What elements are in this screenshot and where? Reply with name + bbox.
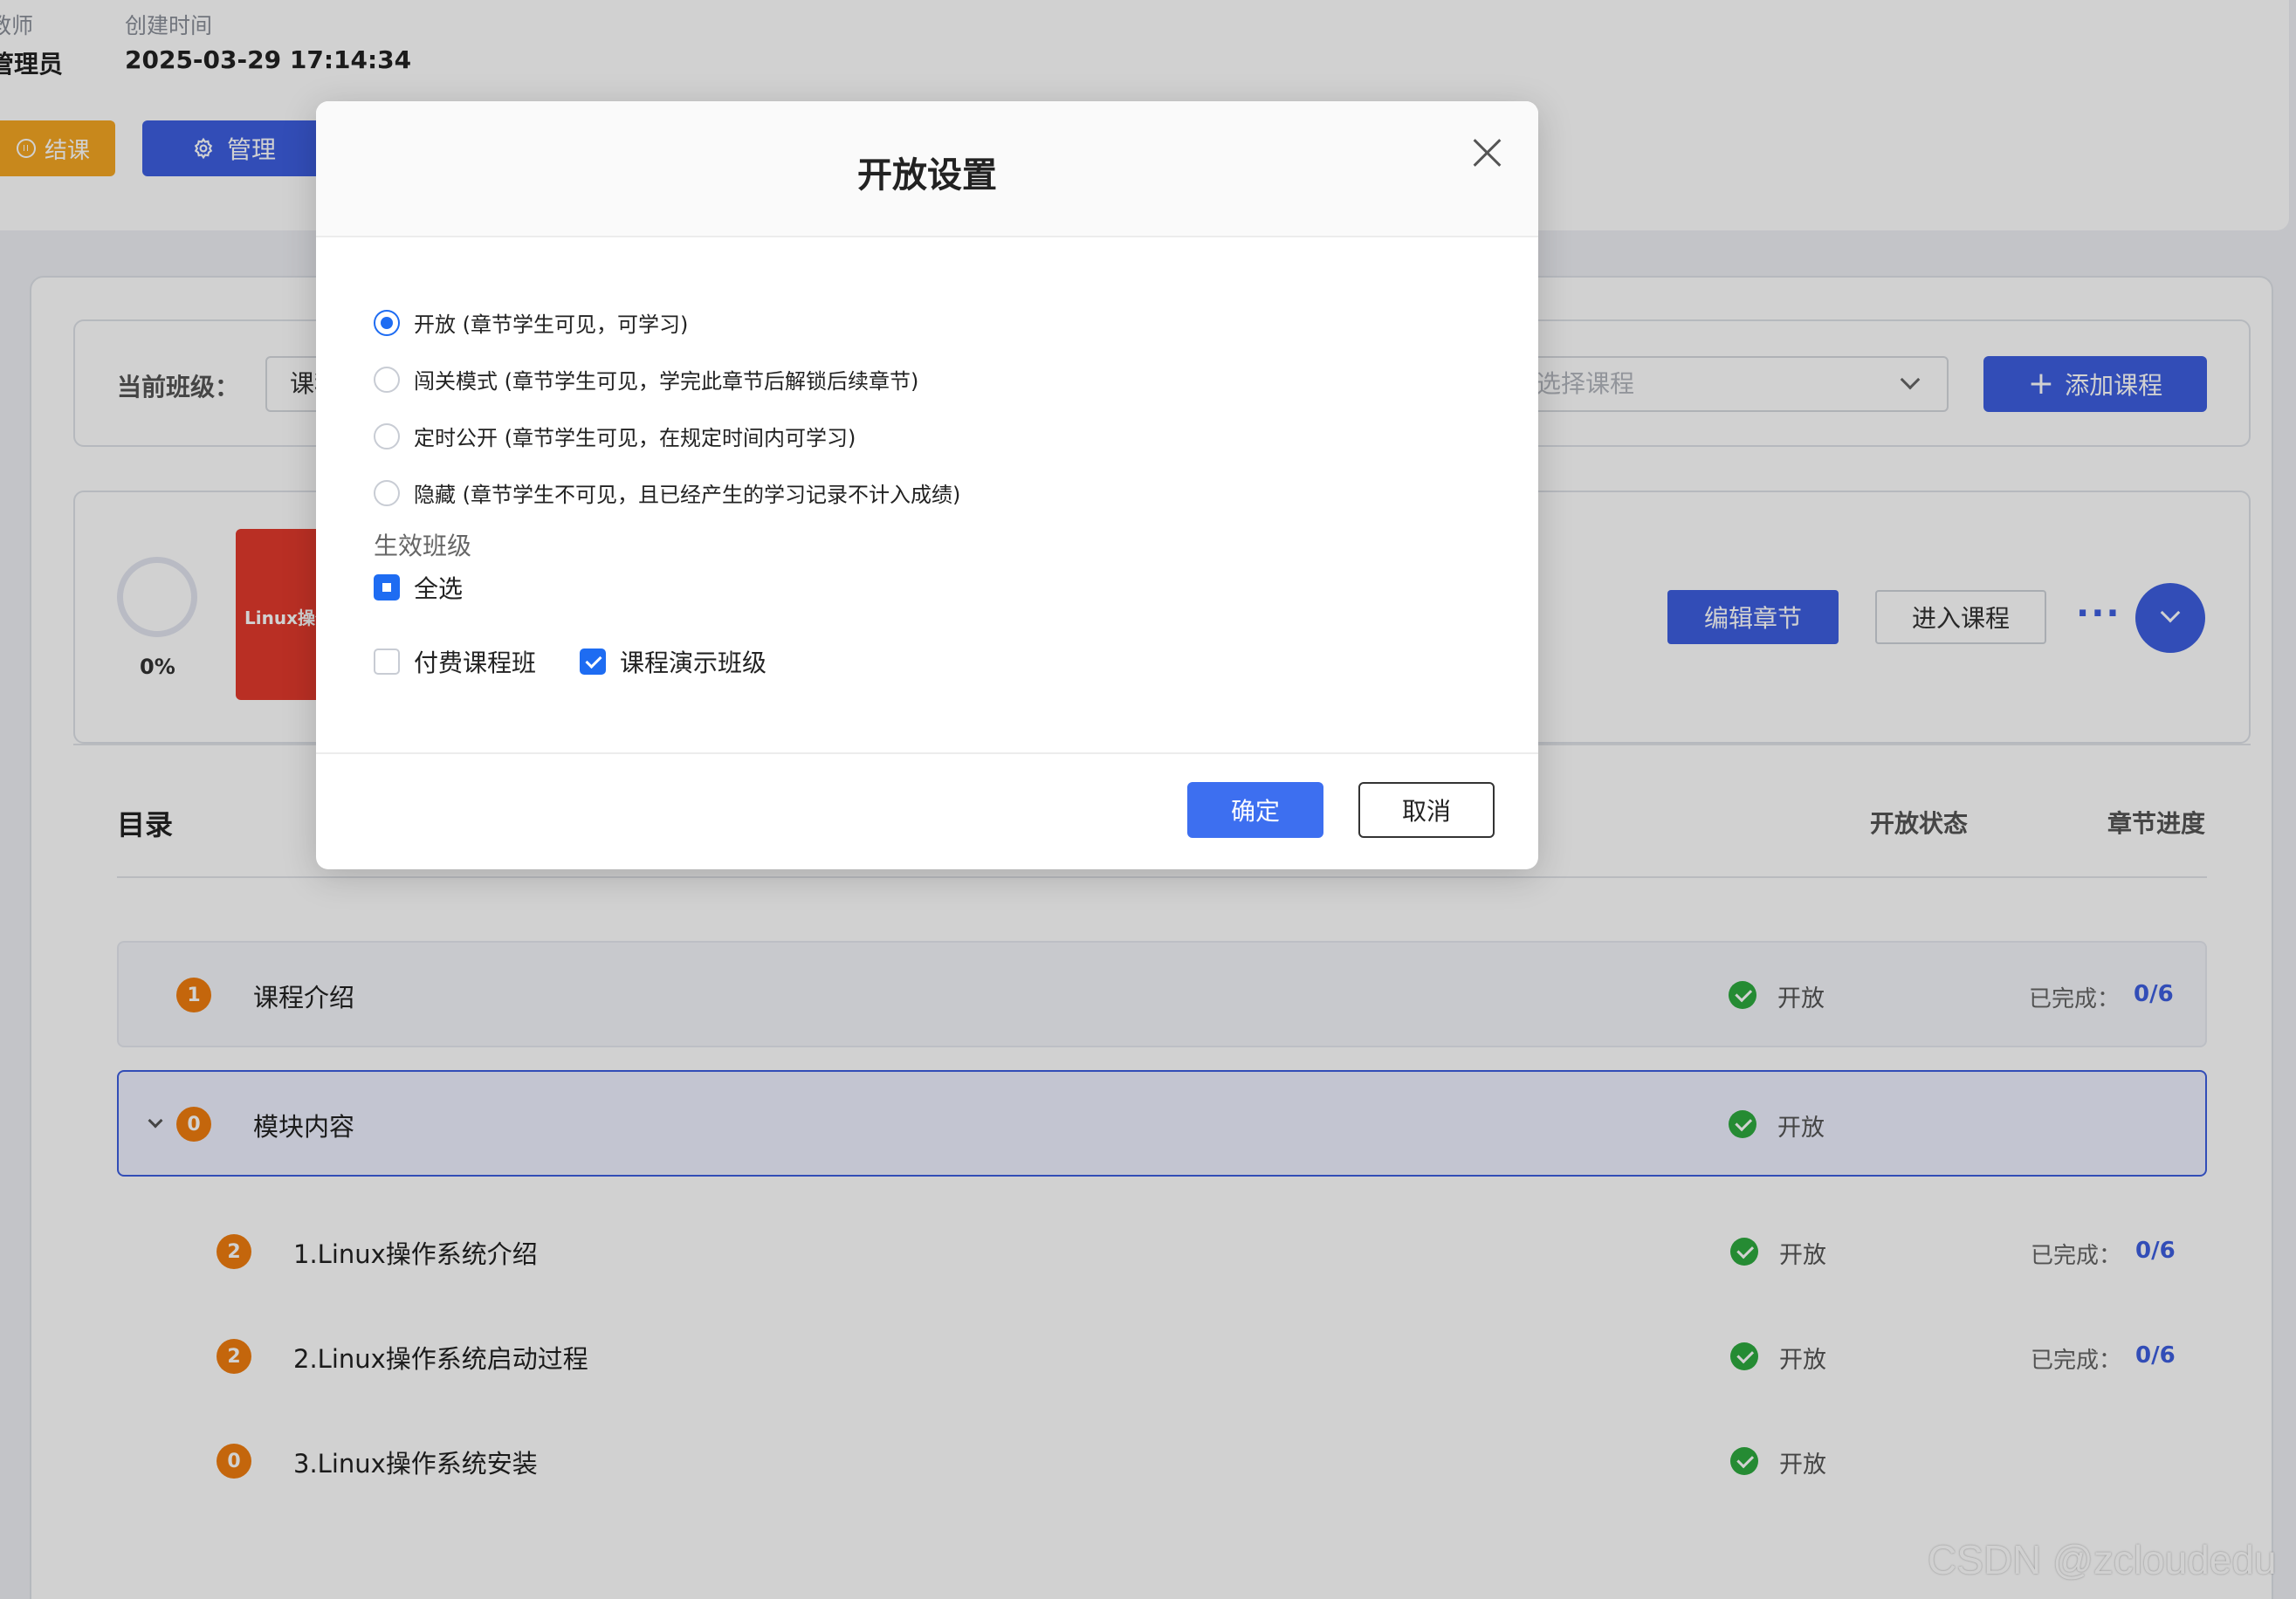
radio-option-open[interactable]: 开放 (章节学生可见，可学习) — [374, 307, 688, 338]
radio-button[interactable] — [374, 422, 400, 450]
checkbox-label: 课程演示班级 — [620, 649, 767, 677]
class-checkbox-paid[interactable]: 付费课程班 — [374, 644, 536, 679]
effective-class-label: 生效班级 — [374, 532, 472, 560]
radio-label: 闯关模式 (章节学生可见，学完此章节后解锁后续章节) — [414, 369, 919, 394]
radio-label: 隐藏 (章节学生不可见，且已经产生的学习记录不计入成绩) — [414, 483, 961, 507]
close-icon[interactable] — [1467, 131, 1510, 175]
dialog-footer-divider — [316, 752, 1538, 754]
radio-option-scheduled[interactable]: 定时公开 (章节学生可见，在规定时间内可学习) — [374, 421, 856, 451]
dialog-title: 开放设置 — [857, 155, 997, 196]
radio-button[interactable] — [374, 479, 400, 506]
select-all-checkbox[interactable]: 全选 — [374, 570, 463, 605]
radio-button[interactable] — [374, 309, 400, 336]
checkbox-label: 付费课程班 — [414, 649, 537, 677]
checkbox[interactable] — [580, 649, 606, 675]
class-checkbox-demo[interactable]: 课程演示班级 — [580, 644, 766, 679]
confirm-button[interactable]: 确定 — [1187, 782, 1323, 838]
open-settings-dialog: 开放设置 开放 (章节学生可见，可学习) 闯关模式 (章节学生可见，学完此章节后… — [316, 101, 1538, 869]
checkbox[interactable] — [374, 649, 400, 675]
radio-option-hidden[interactable]: 隐藏 (章节学生不可见，且已经产生的学习记录不计入成绩) — [374, 477, 960, 508]
checkbox-label: 全选 — [414, 574, 464, 603]
cancel-button[interactable]: 取消 — [1358, 782, 1495, 838]
checkbox[interactable] — [374, 574, 400, 600]
radio-label: 定时公开 (章节学生可见，在规定时间内可学习) — [414, 426, 856, 450]
radio-button[interactable] — [374, 366, 400, 393]
radio-option-challenge[interactable]: 闯关模式 (章节学生可见，学完此章节后解锁后续章节) — [374, 364, 918, 395]
radio-label: 开放 (章节学生可见，可学习) — [414, 312, 689, 337]
